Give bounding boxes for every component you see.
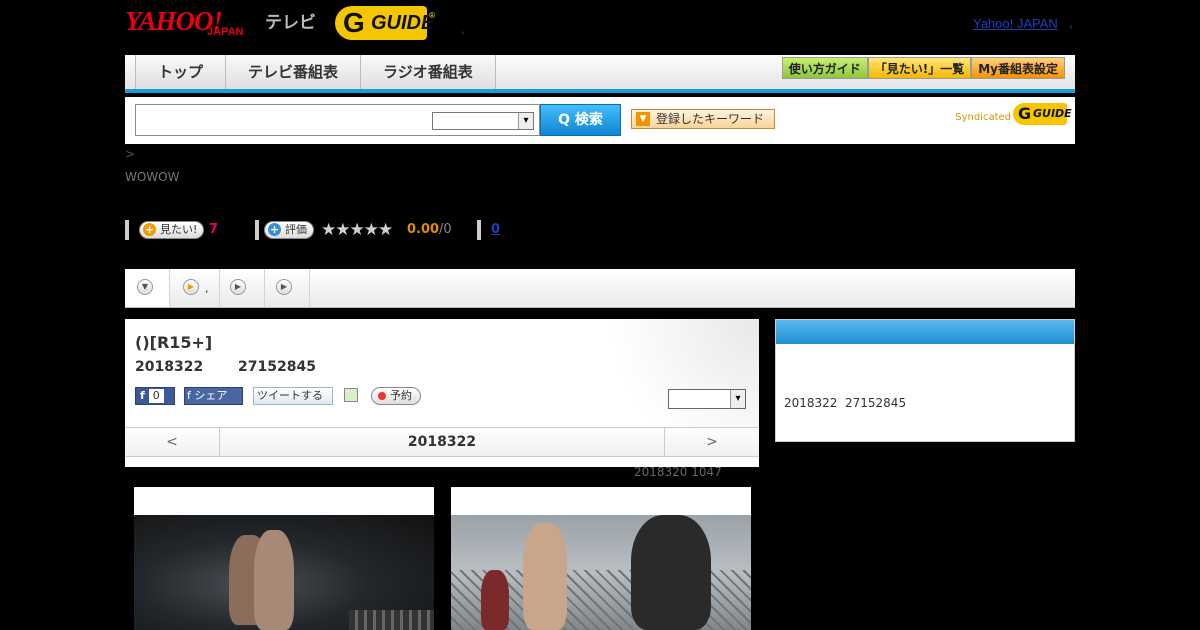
tweet-button[interactable]: ツイートする — [253, 387, 333, 405]
my-listings-settings-button[interactable]: My番組表設定 — [971, 57, 1065, 79]
want-list-button[interactable]: 「見たい!」一覧 — [867, 57, 972, 79]
want-to-watch-button[interactable]: 見たい! — [139, 221, 205, 239]
rack-shape — [349, 610, 434, 630]
gguide-logo[interactable]: GUIDE — [335, 6, 434, 40]
figure-shape — [254, 530, 294, 630]
play-icon: ▶ — [230, 279, 246, 295]
next-day-button[interactable]: > — [664, 428, 759, 456]
program-detail: ()[R15+] 2018322 27152845 f0 f シェア ツイートす… — [125, 319, 759, 467]
rating-stars: ★★★★★ — [321, 220, 393, 240]
program-title: ()[R15+] — [135, 333, 213, 352]
breadcrumb: > — [125, 147, 135, 161]
tab-reviews[interactable]: ▶ — [265, 269, 310, 307]
play-icon: ▶ — [183, 279, 199, 295]
current-day: 2018322 — [407, 434, 477, 450]
program-time: 27152845 — [238, 359, 316, 375]
program-tabstrip: ▼ ▶ , ▶ ▶ — [125, 269, 1075, 308]
program-image-card[interactable] — [451, 487, 751, 630]
facebook-like-count: 0 — [148, 389, 164, 403]
site-header: YAHOO! JAPAN テレビ GUIDE ® , Yahoo! JAPAN … — [125, 0, 1075, 54]
facebook-like-button[interactable]: f0 — [135, 387, 175, 405]
side-date: 2018322 — [784, 396, 838, 410]
syndicated-label: Syndicated — [955, 112, 1011, 123]
stats-divider — [255, 220, 259, 240]
saved-keywords-button[interactable]: 登録したキーワード — [631, 109, 775, 129]
reserve-button[interactable]: 予約 — [371, 387, 421, 405]
program-date: 2018322 — [135, 359, 204, 375]
rate-button[interactable]: 評価 — [264, 221, 314, 239]
syndicated-gguide-logo: GUIDE — [1013, 103, 1072, 125]
search-button[interactable]: Q 検索 — [540, 104, 621, 136]
nav-buttons: 使い方ガイド 「見たい!」一覧 My番組表設定 — [781, 57, 1065, 79]
figure-shape — [631, 515, 711, 630]
usage-guide-button[interactable]: 使い方ガイド — [781, 57, 868, 79]
side-panel-header — [776, 320, 1074, 344]
tab-related[interactable]: ▶ , — [170, 269, 220, 307]
yahoo-japan-link[interactable]: Yahoo! JAPAN — [973, 16, 1058, 31]
program-photo — [134, 515, 434, 630]
decorative-shade — [579, 319, 759, 427]
nav-tabs: トップ テレビ番組表 ラジオ番組表 — [135, 55, 496, 89]
program-photo — [451, 515, 751, 630]
registered-mark: ® — [428, 11, 436, 20]
facebook-icon: f — [140, 389, 145, 402]
program-stats: 見たい! 7 評価 ★★★★★ 0.00 /0 0 — [125, 220, 625, 240]
tab-cast[interactable]: ▶ — [220, 269, 265, 307]
chevron-down-icon: ▼ — [137, 279, 153, 295]
side-time: 27152845 — [845, 396, 907, 410]
day-navigation: < 2018322 > — [125, 427, 759, 457]
rating-score: 0.00 — [407, 222, 440, 237]
want-count: 7 — [209, 222, 219, 237]
tv-logo-text[interactable]: テレビ — [265, 8, 316, 33]
header-link-separator: , — [1069, 16, 1073, 30]
prev-day-button[interactable]: < — [125, 428, 220, 456]
last-updated: 2018320 1047 — [634, 465, 722, 479]
tab-program-info[interactable]: ▼ — [125, 269, 170, 307]
search-bar: Q 検索 登録したキーワード Syndicated GUIDE — [125, 97, 1075, 144]
channel-name: WOWOW — [125, 170, 180, 184]
rating-count: /0 — [439, 222, 452, 237]
yahoo-japan-logo-text: JAPAN — [207, 26, 244, 38]
program-action-select[interactable] — [668, 389, 746, 409]
side-panel: 2018322 27152845 — [775, 319, 1075, 442]
nav-tab-top[interactable]: トップ — [135, 55, 226, 89]
review-count-link[interactable]: 0 — [491, 222, 500, 237]
header-separator: , — [461, 22, 465, 36]
search-category-select[interactable] — [432, 112, 534, 130]
program-image-card[interactable] — [134, 487, 434, 630]
breadcrumb-separator: > — [125, 147, 136, 161]
facebook-share-button[interactable]: f シェア — [184, 387, 243, 405]
stats-divider — [477, 220, 481, 240]
play-icon: ▶ — [276, 279, 292, 295]
tab-label: , — [205, 282, 209, 295]
figure-shape — [481, 570, 509, 630]
nav-tab-radio-listings[interactable]: ラジオ番組表 — [360, 55, 496, 89]
nav-tab-tv-listings[interactable]: テレビ番組表 — [225, 55, 361, 89]
stats-divider — [125, 220, 129, 240]
global-nav: トップ テレビ番組表 ラジオ番組表 使い方ガイド 「見たい!」一覧 My番組表設… — [125, 55, 1075, 93]
figure-shape — [523, 523, 567, 630]
gift-icon[interactable] — [344, 388, 358, 402]
